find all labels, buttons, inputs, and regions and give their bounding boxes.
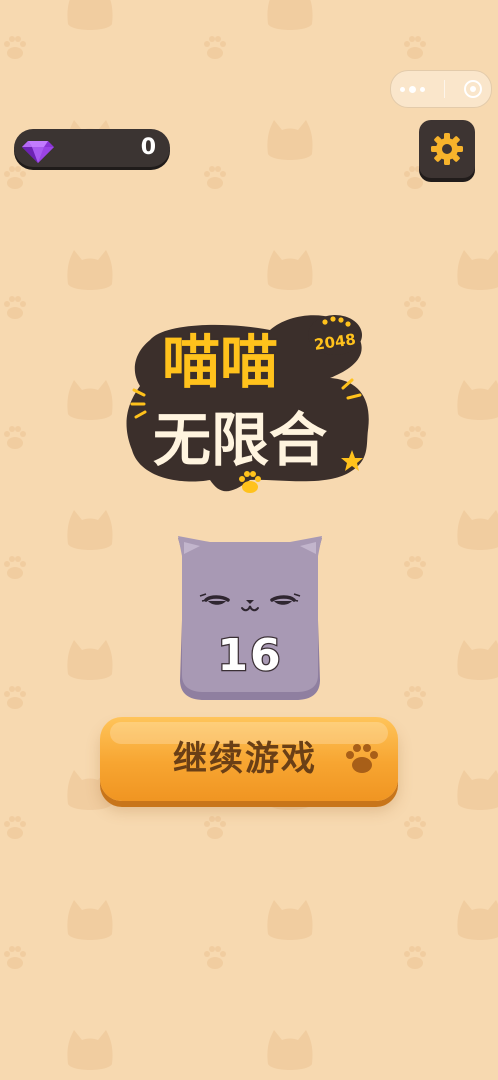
logo-title-line2: 无限合: [153, 406, 327, 474]
gem-count: 0: [140, 135, 156, 160]
settings-button[interactable]: [419, 120, 475, 178]
mini-program-capsule: [390, 70, 492, 108]
continue-game-button[interactable]: 继续游戏: [100, 717, 398, 801]
tile-value: 16: [216, 629, 283, 683]
current-cat-tile: 16: [170, 530, 330, 705]
capsule-divider: [443, 80, 445, 98]
gear-icon: [431, 133, 463, 165]
logo-title-line1: 喵喵: [162, 328, 278, 396]
paw-icon: [346, 744, 378, 773]
game-logo: 2048 喵喵 无限合: [126, 315, 369, 493]
target-circle-icon[interactable]: [463, 80, 482, 98]
purple-diamond-icon: [22, 141, 54, 163]
logo-badge: 2048: [308, 315, 362, 355]
gem-counter: 0: [14, 129, 170, 167]
more-dots-icon[interactable]: [400, 85, 426, 93]
